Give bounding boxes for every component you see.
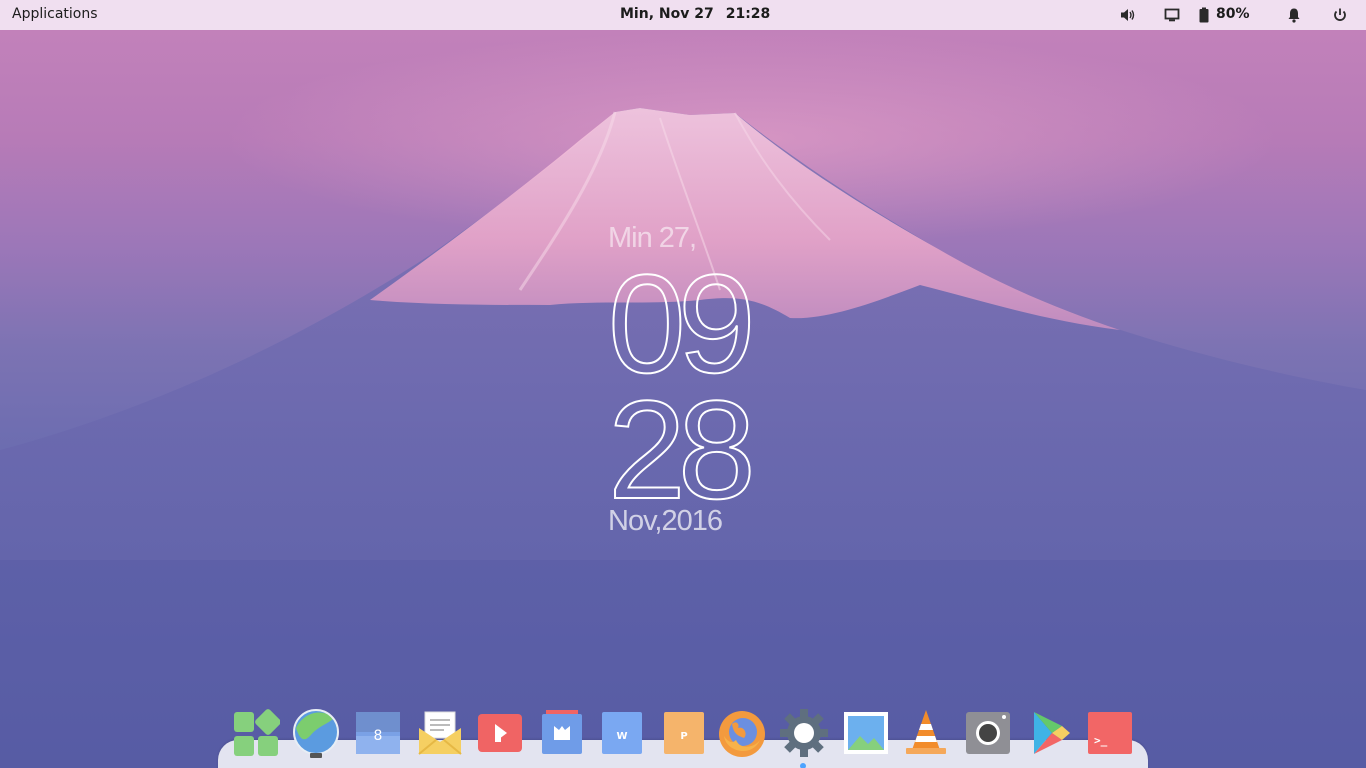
vlc-cone-icon[interactable]: [902, 706, 950, 760]
applications-menu-button[interactable]: Applications: [12, 6, 98, 22]
battery-icon: [1198, 7, 1210, 23]
settings-gear-icon[interactable]: [780, 706, 828, 760]
panel-date: Min, Nov 27: [620, 6, 714, 22]
media-player-icon[interactable]: [476, 706, 524, 760]
firefox-icon[interactable]: [718, 706, 766, 760]
writer-document-icon[interactable]: W: [598, 706, 646, 760]
calendar-icon[interactable]: 8: [354, 706, 402, 760]
play-store-icon[interactable]: [1026, 706, 1074, 760]
clock-month-year: Nov,2016: [608, 505, 723, 537]
notifications-bell-icon[interactable]: [1286, 7, 1302, 23]
terminal-icon-prompt: >_: [1094, 734, 1108, 747]
writer-icon-letter: W: [616, 731, 627, 742]
volume-icon[interactable]: [1120, 7, 1136, 23]
battery-percent: 80%: [1216, 6, 1250, 22]
presentation-icon[interactable]: P: [660, 706, 708, 760]
camera-icon[interactable]: [964, 706, 1012, 760]
app-launcher-icon[interactable]: [232, 706, 280, 760]
presentation-icon-letter: P: [680, 731, 687, 742]
web-browser-globe-icon[interactable]: [292, 706, 340, 760]
image-viewer-icon[interactable]: [842, 706, 890, 760]
panel-datetime[interactable]: Min, Nov 27 21:28: [620, 6, 770, 22]
calendar-icon-day: 8: [374, 728, 383, 744]
power-icon[interactable]: [1332, 7, 1348, 23]
files-icon[interactable]: [538, 706, 586, 760]
display-icon[interactable]: [1164, 7, 1180, 23]
clock-minute: 28: [607, 371, 757, 528]
panel-time: 21:28: [725, 6, 771, 22]
terminal-icon[interactable]: >_: [1086, 706, 1134, 760]
battery-indicator[interactable]: 80%: [1198, 6, 1258, 23]
top-panel: Applications Min, Nov 27 21:28 80%: [0, 0, 1366, 30]
running-indicator-dot: [800, 763, 806, 768]
mail-icon[interactable]: [416, 706, 464, 760]
dock: 8 W P >_: [232, 706, 1136, 768]
desktop-clock-widget: Min 27, 09 28 Nov,2016: [580, 222, 780, 542]
